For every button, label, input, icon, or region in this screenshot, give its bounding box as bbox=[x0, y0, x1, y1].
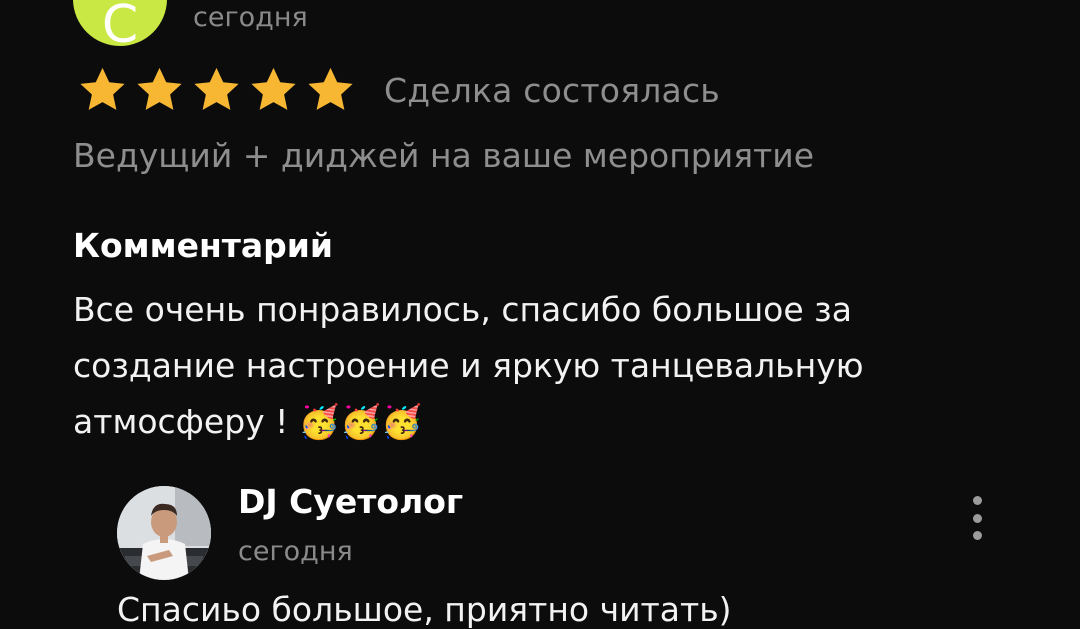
comment-heading: Комментарий bbox=[73, 226, 334, 265]
seller-avatar[interactable] bbox=[117, 486, 211, 580]
star-icon bbox=[80, 67, 125, 110]
seller-name[interactable]: DJ Суетолог bbox=[238, 482, 463, 521]
star-icon bbox=[194, 67, 239, 110]
menu-dot bbox=[972, 531, 982, 540]
more-vertical-icon[interactable] bbox=[959, 496, 995, 540]
review-date: сегодня bbox=[193, 2, 308, 33]
star-icon bbox=[251, 67, 296, 110]
star-icon bbox=[308, 67, 353, 110]
star-rating bbox=[75, 64, 358, 116]
service-title[interactable]: Ведущий + диджей на ваше мероприятие bbox=[73, 136, 814, 175]
reviewer-avatar-letter: C bbox=[101, 0, 139, 55]
reply-text: Спасиьо большое, приятно читать) bbox=[117, 590, 732, 629]
menu-dot bbox=[972, 513, 982, 523]
rating-row: Сделка состоялась bbox=[75, 62, 720, 118]
reviewer-avatar[interactable]: C bbox=[73, 0, 167, 51]
comment-text: Все очень понравилось, спасибо большое з… bbox=[73, 290, 864, 441]
menu-dot bbox=[972, 496, 982, 505]
reply-date: сегодня bbox=[238, 536, 353, 567]
deal-status: Сделка состоялась bbox=[384, 70, 720, 110]
star-icon bbox=[137, 67, 182, 110]
seller-reply: DJ Суетолог сегодня Спасиьо большое, при… bbox=[117, 482, 1017, 629]
seller-avatar-photo bbox=[117, 486, 211, 580]
